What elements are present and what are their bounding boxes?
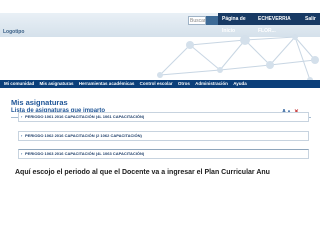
menu-ayuda[interactable]: Ayuda [233, 81, 247, 86]
period-label: PERIODO 1062 2016 CAPACITACIÓN (2 1062 C… [25, 133, 142, 138]
chevron-right-icon: › [21, 114, 23, 119]
caption-text: Aquí escojo el periodo al que el Docente… [15, 169, 270, 176]
logo: Logotipo [3, 29, 25, 35]
logout-link[interactable]: Salir [303, 13, 320, 25]
menu-otros[interactable]: Otros [178, 81, 190, 86]
menu-mi-comunidad[interactable]: Mi comunidad [4, 81, 34, 86]
menu-control-escolar[interactable]: Control escolar [140, 81, 173, 86]
search-button[interactable] [206, 16, 218, 25]
menu-herramientas[interactable]: Herramientas académicas [79, 81, 135, 86]
search-input[interactable]: Buscar [188, 16, 206, 25]
main-menu: Mi comunidad Mis asignaturas Herramienta… [0, 80, 320, 88]
menu-administracion[interactable]: Administración [195, 81, 228, 86]
chevron-right-icon: › [21, 133, 23, 138]
lms-window: Logotipo Buscar Página de Inicio ECHEVER… [0, 13, 320, 195]
period-label: PERIODO 1061 2016 CAPACITACIÓN (4L 1061 … [25, 114, 145, 119]
period-item[interactable]: › PERIODO 1061 2016 CAPACITACIÓN (4L 106… [18, 112, 309, 122]
period-label: PERIODO 1063 2016 CAPACITACIÓN (4L 1063 … [25, 151, 145, 156]
menu-mis-asignaturas[interactable]: Mis asignaturas [40, 81, 74, 86]
period-item[interactable]: › PERIODO 1062 2016 CAPACITACIÓN (2 1062… [18, 131, 309, 141]
page-title: Mis asignaturas [11, 98, 68, 107]
chevron-right-icon: › [21, 151, 23, 156]
user-menu[interactable]: ECHEVERRIA FLOR... [254, 13, 310, 34]
period-item[interactable]: › PERIODO 1063 2016 CAPACITACIÓN (4L 106… [18, 149, 309, 159]
